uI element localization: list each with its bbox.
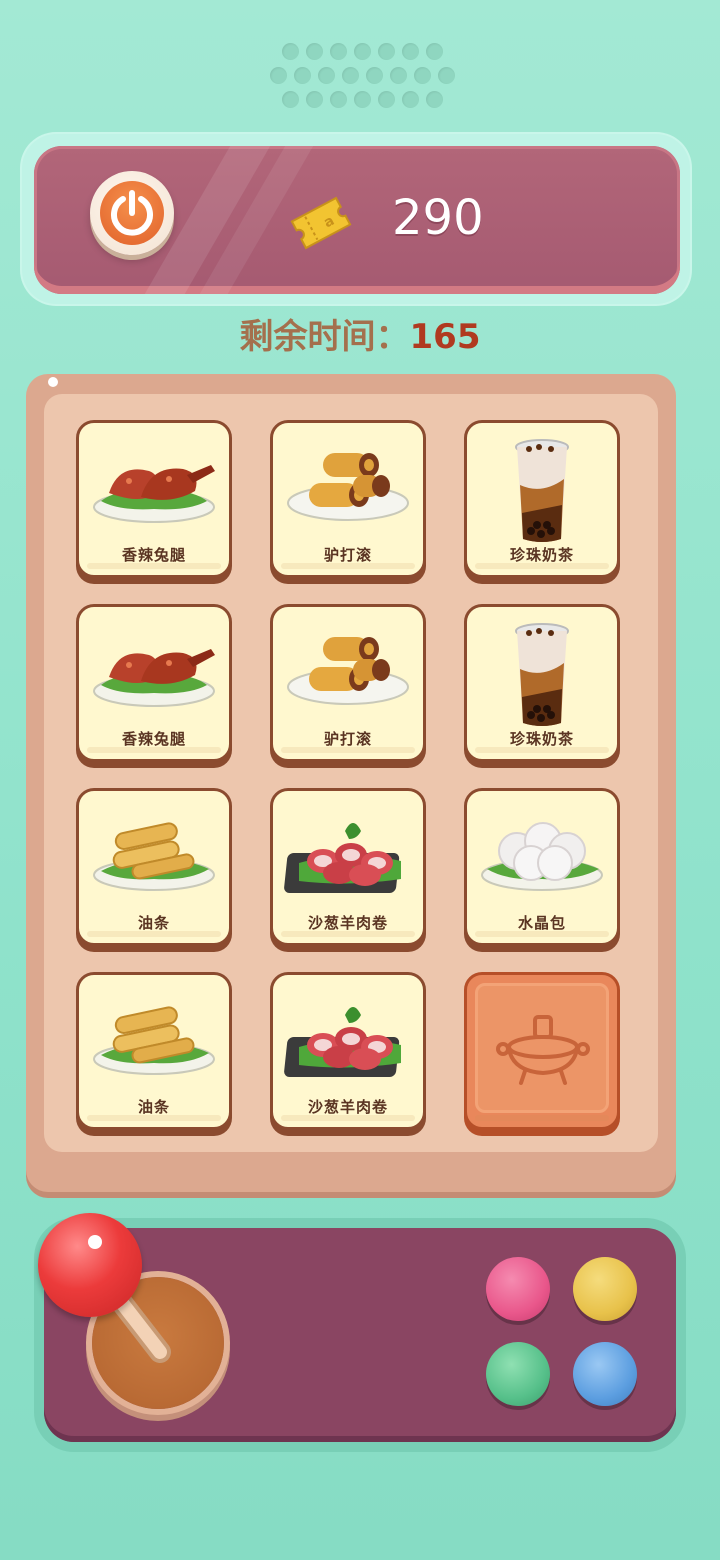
power-button[interactable] (90, 171, 174, 255)
card-lamb-roll[interactable]: 沙葱羊肉卷 (270, 788, 426, 946)
card-youtiao[interactable]: 油条 (76, 972, 232, 1130)
hotpot-icon (496, 1015, 590, 1085)
card-label: 驴打滚 (323, 730, 372, 748)
lamb-roll-icon (284, 823, 401, 893)
bubble-tea-icon (515, 439, 569, 542)
board-dot (48, 377, 58, 387)
youtiao-icon (93, 1006, 215, 1075)
card-label: 香辣兔腿 (121, 546, 186, 564)
card-face-down[interactable] (464, 972, 620, 1130)
card-lamb-roll[interactable]: 沙葱羊肉卷 (270, 972, 426, 1130)
card-crystal-bun[interactable]: 水晶包 (464, 788, 620, 946)
power-icon (111, 190, 153, 236)
card-label: 驴打滚 (323, 546, 372, 564)
card-youtiao[interactable]: 油条 (76, 788, 232, 946)
blue-button[interactable] (573, 1342, 637, 1406)
speaker-grille (268, 40, 455, 112)
donkey-roll-icon (287, 637, 409, 705)
crystal-bun-icon (481, 822, 603, 891)
card-label: 珍珠奶茶 (509, 546, 574, 564)
card-rabbit-leg[interactable]: 香辣兔腿 (76, 604, 232, 762)
card-label: 珍珠奶茶 (509, 730, 574, 748)
green-button[interactable] (486, 1342, 550, 1406)
score-value: 290 (392, 190, 484, 246)
rabbit-leg-icon (93, 465, 215, 523)
pink-button[interactable] (486, 1257, 550, 1321)
card-label: 水晶包 (517, 914, 566, 932)
remaining-time-value: 165 (409, 317, 481, 357)
ticket-icon: a (290, 196, 352, 250)
remaining-time-label: 剩余时间： (239, 317, 410, 357)
card-bubble-tea[interactable]: 珍珠奶茶 (464, 604, 620, 762)
card-label: 油条 (137, 1098, 170, 1116)
donkey-roll-icon (287, 453, 409, 521)
card-label: 沙葱羊肉卷 (307, 914, 388, 932)
remaining-time: 剩余时间：165 (0, 312, 720, 362)
youtiao-icon (93, 822, 215, 891)
lamb-roll-icon (284, 1007, 401, 1077)
card-donkey-roll[interactable]: 驴打滚 (270, 604, 426, 762)
card-label: 香辣兔腿 (121, 730, 186, 748)
card-label: 油条 (137, 914, 170, 932)
yellow-button[interactable] (573, 1257, 637, 1321)
joystick-knob[interactable] (38, 1213, 142, 1317)
card-donkey-roll[interactable]: 驴打滚 (270, 420, 426, 578)
rabbit-leg-icon (93, 649, 215, 707)
card-bubble-tea[interactable]: 珍珠奶茶 (464, 420, 620, 578)
bubble-tea-icon (515, 623, 569, 726)
card-label: 沙葱羊肉卷 (307, 1098, 388, 1116)
card-rabbit-leg[interactable]: 香辣兔腿 (76, 420, 232, 578)
